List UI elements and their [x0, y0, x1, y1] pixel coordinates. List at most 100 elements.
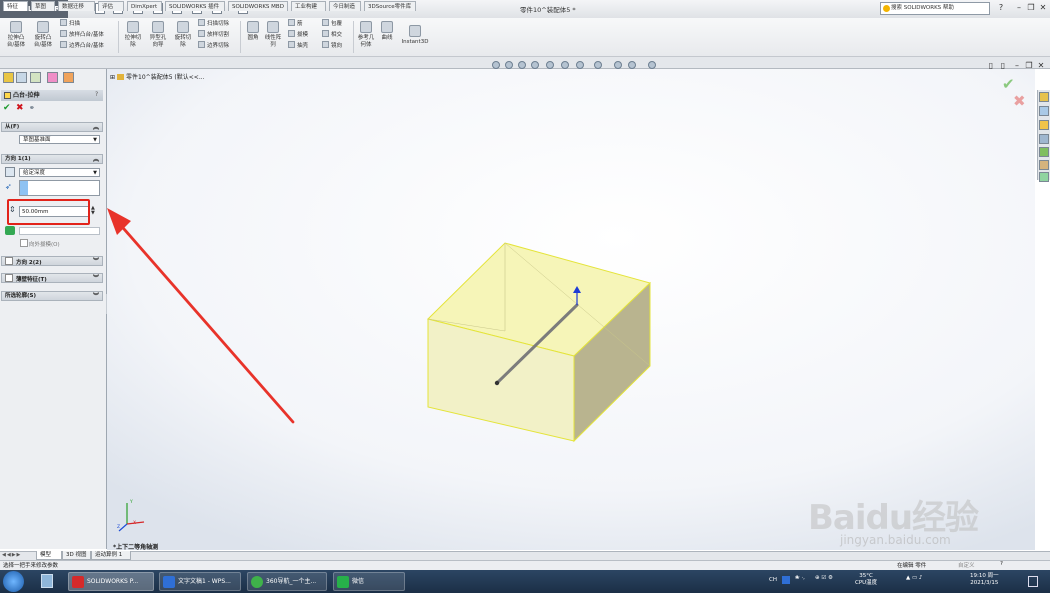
- tab-motion-study[interactable]: 运动算例 1: [91, 551, 131, 560]
- tab-model[interactable]: 模型: [36, 551, 62, 560]
- from-section-header[interactable]: 从(F) ︽: [1, 122, 103, 132]
- hide-show-items-icon[interactable]: [594, 61, 602, 69]
- boundary-cut-item[interactable]: 边界切除: [198, 41, 229, 51]
- section-view-icon[interactable]: [531, 61, 539, 69]
- tab-sketch[interactable]: 草图: [31, 1, 55, 11]
- network-icon[interactable]: ⊕ ☑ ⚙: [815, 575, 833, 582]
- extrude-cut-button[interactable]: 拉伸切 除: [121, 21, 145, 49]
- ok-check-icon[interactable]: ✔: [3, 103, 11, 113]
- direction-selection-box[interactable]: [19, 180, 100, 196]
- help-question-icon[interactable]: ?: [95, 91, 98, 98]
- graphics-area[interactable]: ✔ ✖: [107, 69, 1035, 550]
- input-language[interactable]: CH: [769, 577, 777, 584]
- dimxpert-manager-tab-icon[interactable]: [47, 72, 58, 83]
- from-select[interactable]: 草图基准面 ▼: [19, 135, 100, 144]
- selected-contours-section-header[interactable]: 所选轮廓(S) ︾: [1, 291, 103, 301]
- help-dropdown-icon[interactable]: ?: [996, 3, 1006, 13]
- zoom-to-fit-icon[interactable]: [492, 61, 500, 69]
- tab-dimxpert[interactable]: DimXpert: [127, 1, 162, 11]
- display-manager-tab-icon[interactable]: [63, 72, 74, 83]
- extrude-boss-button[interactable]: 拉伸凸 台/基体: [4, 21, 28, 49]
- cancel-x-icon[interactable]: ✖: [16, 103, 24, 113]
- file-explorer-taskbar-icon[interactable]: [41, 574, 53, 588]
- intersect-item[interactable]: 相交: [322, 30, 342, 40]
- thin-feature-section-header[interactable]: 薄壁特征(T) ︾: [1, 273, 103, 283]
- hole-wizard-button[interactable]: 异型孔 向导: [146, 21, 170, 49]
- draft-outward-checkbox[interactable]: 向外拔模(O): [20, 239, 60, 248]
- mirror-item[interactable]: 镜向: [322, 41, 342, 51]
- view-orientation-icon[interactable]: [561, 61, 569, 69]
- reference-geometry-button[interactable]: 参考几 何体: [355, 21, 377, 49]
- clock[interactable]: 19:10 周一 2021/3/15: [970, 573, 999, 587]
- tab-solidworks-addins[interactable]: SOLIDWORKS 插件: [165, 1, 225, 11]
- tab-3d-view[interactable]: 3D 视图: [62, 551, 91, 560]
- tab-scroll-arrows[interactable]: ◀◀▶▶: [2, 552, 21, 558]
- curves-button[interactable]: 曲线: [377, 21, 397, 42]
- help-search-input[interactable]: 搜索 SOLIDWORKS 帮助: [880, 2, 990, 15]
- start-button[interactable]: [3, 571, 24, 592]
- forum-icon[interactable]: [1039, 172, 1049, 182]
- loft-boss-item[interactable]: 放样凸台/基体: [60, 30, 104, 40]
- boundary-boss-item[interactable]: 边界凸台/基体: [60, 41, 104, 51]
- previous-view-icon[interactable]: [518, 61, 526, 69]
- tray-expand-icon[interactable]: ▲ ▭ ♪: [906, 575, 922, 582]
- configuration-manager-tab-icon[interactable]: [30, 72, 41, 83]
- end-condition-select[interactable]: 给定深度 ▼: [19, 168, 100, 177]
- confirm-corner-cancel-icon[interactable]: ✖: [1013, 92, 1026, 110]
- swept-cut-item[interactable]: 扫描切除: [198, 19, 229, 29]
- swept-boss-item[interactable]: 扫描: [60, 19, 80, 29]
- revolve-cut-button[interactable]: 旋转切 除: [171, 21, 195, 49]
- draft-item[interactable]: 拔模: [288, 30, 308, 40]
- flyout-feature-tree[interactable]: ⊞ 零件10^装配体5 (默认<<...: [110, 72, 205, 81]
- feature-manager-tab-icon[interactable]: [3, 72, 14, 83]
- notification-center-icon[interactable]: [1028, 576, 1038, 587]
- display-style-icon[interactable]: [576, 61, 584, 69]
- status-help-icon[interactable]: ?: [1000, 561, 1003, 567]
- draft-toggle-icon[interactable]: [5, 226, 15, 235]
- revolve-boss-button[interactable]: 旋转凸 台/基体: [31, 21, 55, 49]
- wrap-item[interactable]: 包覆: [322, 19, 342, 29]
- view-settings-icon[interactable]: [648, 61, 656, 69]
- tab-solidworks-mbd[interactable]: SOLIDWORKS MBD: [228, 1, 288, 11]
- direction1-section-header[interactable]: 方向 1(1) ︽: [1, 154, 103, 164]
- lofted-cut-item[interactable]: 放样切割: [198, 30, 229, 40]
- ime-icon[interactable]: [782, 576, 790, 584]
- tray-icons[interactable]: ❀ ·,: [795, 575, 805, 582]
- tab-3dsource[interactable]: 3DSource零件库: [364, 1, 416, 11]
- depth-spinner[interactable]: ▲ ▼: [91, 206, 95, 216]
- taskbar-wps[interactable]: 文字文稿1 - WPS...: [159, 572, 241, 591]
- restore-button[interactable]: ❐: [1026, 3, 1036, 13]
- shell-item[interactable]: 抽壳: [288, 41, 308, 51]
- tab-features[interactable]: 特征: [3, 1, 28, 11]
- tab-today-manufacturing[interactable]: 今日制造: [329, 1, 361, 11]
- taskbar-solidworks[interactable]: SOLIDWORKS P...: [68, 572, 154, 591]
- custom-properties-icon[interactable]: [1039, 160, 1049, 170]
- tab-data-migration[interactable]: 数据迁移: [58, 1, 95, 11]
- reverse-direction-icon[interactable]: [5, 167, 15, 177]
- appearances-icon[interactable]: [1039, 147, 1049, 157]
- viewport-close-button[interactable]: ✕: [1036, 61, 1046, 71]
- confirm-corner-check-icon[interactable]: ✔: [1002, 75, 1015, 93]
- design-library-icon[interactable]: [1039, 106, 1049, 116]
- view-palette-icon[interactable]: [1039, 134, 1049, 144]
- edit-appearance-icon[interactable]: [614, 61, 622, 69]
- property-manager-tab-icon[interactable]: [16, 72, 27, 83]
- solidworks-resources-icon[interactable]: [1039, 92, 1049, 102]
- taskbar-360-browser[interactable]: 360导航_一个主...: [247, 572, 327, 591]
- linear-pattern-button[interactable]: 线性阵 列: [262, 21, 284, 49]
- direction2-section-header[interactable]: 方向 2(2) ︾: [1, 256, 103, 266]
- rib-item[interactable]: 筋: [288, 19, 303, 29]
- file-explorer-icon[interactable]: [1039, 120, 1049, 130]
- zoom-area-icon[interactable]: [505, 61, 513, 69]
- draft-angle-input[interactable]: [19, 227, 100, 235]
- apply-scene-icon[interactable]: [628, 61, 636, 69]
- dynamic-annotation-icon[interactable]: [546, 61, 554, 69]
- tab-evaluate[interactable]: 评估: [98, 1, 124, 11]
- detailed-preview-icon[interactable]: ⚭: [29, 104, 35, 112]
- tab-industrial-build[interactable]: 工业构建: [291, 1, 326, 11]
- instant3d-button[interactable]: Instant3D: [399, 25, 431, 46]
- fillet-button[interactable]: 圆角: [243, 21, 263, 42]
- close-button[interactable]: ✕: [1038, 3, 1048, 13]
- status-units[interactable]: 自定义: [958, 561, 975, 569]
- minimize-button[interactable]: –: [1014, 3, 1024, 13]
